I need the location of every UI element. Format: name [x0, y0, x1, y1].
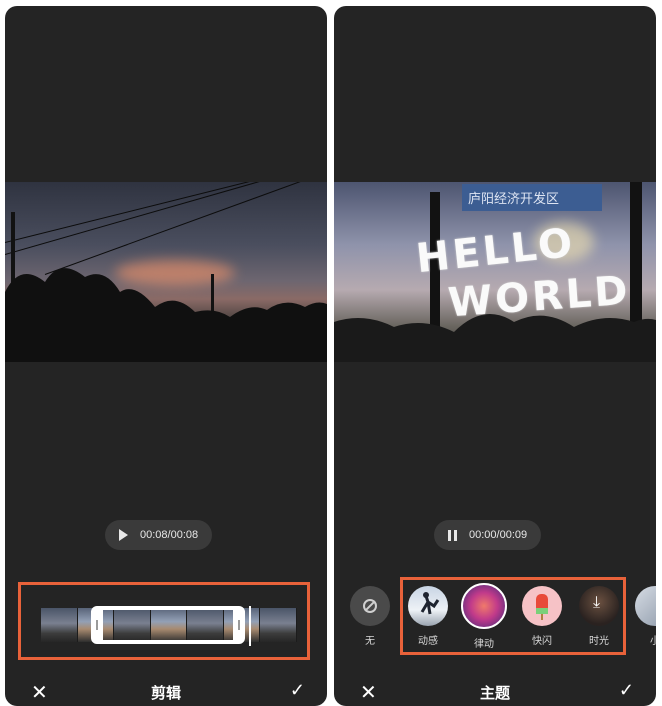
- theme-item-rhythm[interactable]: 律动: [459, 583, 509, 650]
- theme-item-partial[interactable]: 小: [630, 586, 656, 647]
- trim-handle-frame[interactable]: [91, 606, 245, 644]
- theme-item-time[interactable]: ⤓ 时光: [574, 586, 624, 647]
- playhead-cursor[interactable]: [249, 606, 251, 646]
- filmstrip-frame: [41, 608, 78, 642]
- none-icon-wrap: [350, 586, 390, 626]
- confirm-icon[interactable]: ✓: [619, 680, 634, 701]
- download-icon: ⤓: [593, 594, 601, 611]
- bottom-bar: ✕ 主题 ✓: [334, 678, 656, 706]
- road-sign: 庐阳经济开发区: [462, 184, 602, 211]
- theme-label: 时光: [589, 636, 609, 647]
- theme-item-none[interactable]: 无: [345, 586, 395, 647]
- trim-editor-panel: 00:08/00:08 ✕ 剪辑 ✓: [5, 6, 327, 706]
- theme-label: 快闪: [532, 636, 552, 647]
- flash-thumb: [522, 586, 562, 626]
- play-icon[interactable]: [119, 529, 128, 541]
- video-preview[interactable]: [5, 182, 327, 362]
- theme-editor-panel: 庐阳经济开发区 HELLO WORLD 00:00/00:09 无 动感 律动: [334, 6, 656, 706]
- tree-silhouette: [5, 268, 327, 362]
- theme-item-dynamic[interactable]: 动感: [403, 586, 453, 647]
- playback-time: 00:00/00:09: [469, 529, 528, 541]
- trim-right-handle[interactable]: [238, 620, 240, 630]
- trim-left-handle[interactable]: [96, 620, 98, 630]
- theme-item-flash[interactable]: 快闪: [517, 586, 567, 647]
- theme-label: 律动: [474, 639, 494, 650]
- none-icon: [363, 599, 377, 613]
- playback-control[interactable]: 00:08/00:08: [105, 520, 213, 550]
- dancer-icon: [420, 592, 440, 615]
- power-line: [5, 182, 327, 255]
- rhythm-thumb: [461, 583, 507, 629]
- bottom-bar: ✕ 剪辑 ✓: [5, 678, 327, 706]
- playback-time: 00:08/00:08: [140, 529, 199, 541]
- time-thumb: ⤓: [579, 586, 619, 626]
- popsicle-icon: [536, 594, 548, 620]
- playback-control[interactable]: 00:00/00:09: [434, 520, 542, 550]
- confirm-icon[interactable]: ✓: [290, 680, 305, 701]
- partial-thumb: [635, 586, 656, 626]
- dynamic-thumb: [408, 586, 448, 626]
- pause-icon[interactable]: [448, 529, 457, 541]
- video-preview[interactable]: 庐阳经济开发区 HELLO WORLD: [334, 182, 656, 362]
- theme-label: 小: [650, 636, 656, 647]
- theme-label: 动感: [418, 636, 438, 647]
- power-line: [5, 182, 327, 243]
- theme-list: 无 动感 律动 快闪 ⤓ 时光 小: [334, 583, 656, 656]
- theme-label: 无: [365, 636, 375, 647]
- filmstrip-frame: [260, 608, 298, 642]
